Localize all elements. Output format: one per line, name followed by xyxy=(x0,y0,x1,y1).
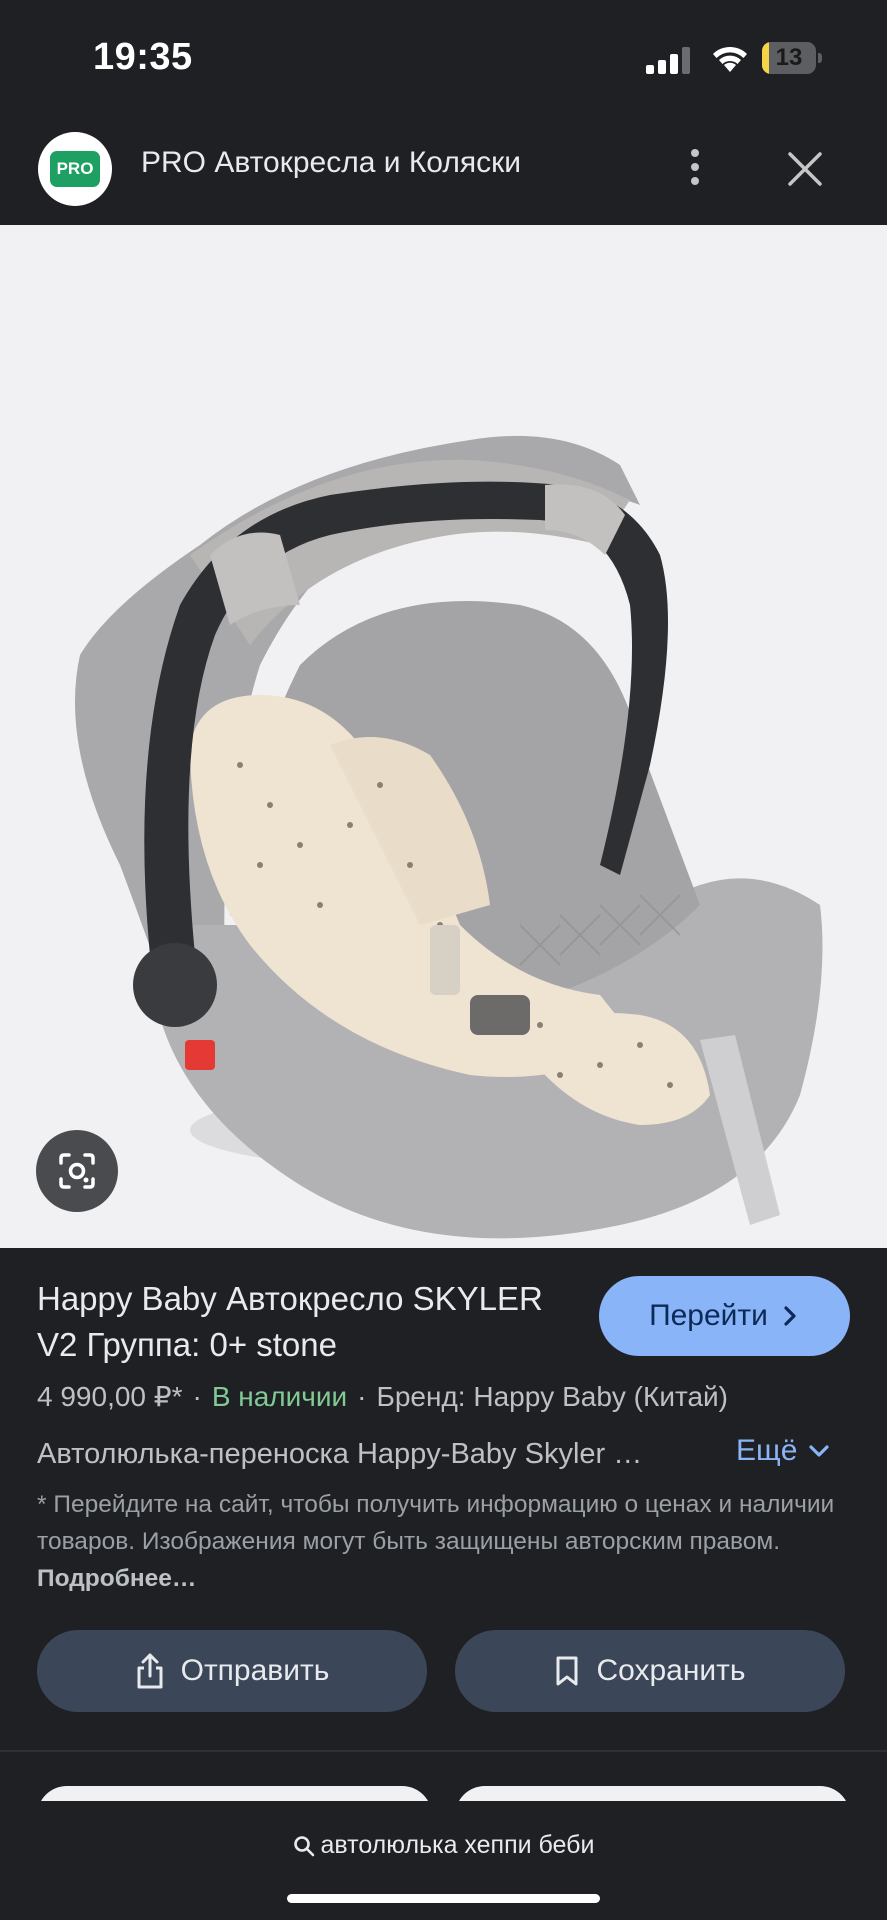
share-button-label: Отправить xyxy=(180,1654,330,1687)
close-icon[interactable] xyxy=(784,148,826,190)
cellular-signal-icon xyxy=(646,46,694,74)
learn-more-link[interactable]: Подробнее… xyxy=(37,1565,196,1592)
meta-separator: · xyxy=(357,1381,367,1412)
product-brand: Бренд: Happy Baby (Китай) xyxy=(376,1381,729,1412)
product-meta: 4 990,00 ₽* · В наличии · Бренд: Happy Baby … xyxy=(37,1380,728,1413)
save-button[interactable]: Сохранить xyxy=(455,1630,845,1712)
home-indicator[interactable] xyxy=(287,1894,600,1903)
site-logo[interactable]: PRO xyxy=(38,132,112,206)
chevron-down-icon xyxy=(809,1445,829,1457)
more-link[interactable]: Ещё xyxy=(736,1434,831,1468)
disclaimer: * Перейдите на сайт, чтобы получить инфо… xyxy=(37,1486,837,1597)
site-logo-text: PRO xyxy=(50,151,100,187)
site-title[interactable]: PRO Автокресла и Коляски xyxy=(141,146,521,180)
wifi-icon xyxy=(713,46,747,72)
meta-separator: · xyxy=(192,1381,202,1412)
product-info-panel: Happy Baby Автокресло SKYLER V2 Группа: … xyxy=(0,1248,887,1826)
share-button[interactable]: Отправить xyxy=(37,1630,427,1712)
battery-level: 13 xyxy=(775,44,803,71)
lens-icon xyxy=(59,1153,95,1189)
product-description: Автолюлька-переноска Happy-Baby Skyler … xyxy=(37,1438,643,1470)
status-time: 19:35 xyxy=(93,36,193,78)
more-link-label: Ещё xyxy=(736,1434,798,1467)
bottom-search-bar: автолюлька хеппи беби xyxy=(0,1801,887,1920)
product-image-area[interactable] xyxy=(0,225,887,1248)
source-header: PRO PRO Автокресла и Коляски xyxy=(0,110,887,225)
battery-icon: 13 xyxy=(762,42,822,74)
search-icon xyxy=(293,1835,314,1856)
bookmark-icon xyxy=(556,1656,578,1686)
visit-button[interactable]: Перейти xyxy=(599,1276,850,1356)
visit-button-label: Перейти xyxy=(649,1299,768,1332)
product-title: Happy Baby Автокресло SKYLER V2 Группа: … xyxy=(37,1280,543,1363)
availability-status: В наличии xyxy=(211,1381,348,1412)
product-price: 4 990,00 ₽* xyxy=(37,1381,183,1412)
search-query-text: автолюлька хеппи беби xyxy=(320,1831,595,1859)
search-query[interactable]: автолюлька хеппи беби xyxy=(0,1831,887,1860)
divider xyxy=(0,1750,887,1752)
disclaimer-text: * Перейдите на сайт, чтобы получить инфо… xyxy=(37,1491,835,1555)
save-button-label: Сохранить xyxy=(596,1654,746,1687)
product-image xyxy=(75,435,823,1239)
status-bar: 19:35 13 xyxy=(0,0,887,110)
more-vert-icon[interactable] xyxy=(680,145,710,189)
lens-button[interactable] xyxy=(36,1130,118,1212)
share-icon xyxy=(137,1653,163,1689)
chevron-right-icon xyxy=(784,1306,796,1326)
